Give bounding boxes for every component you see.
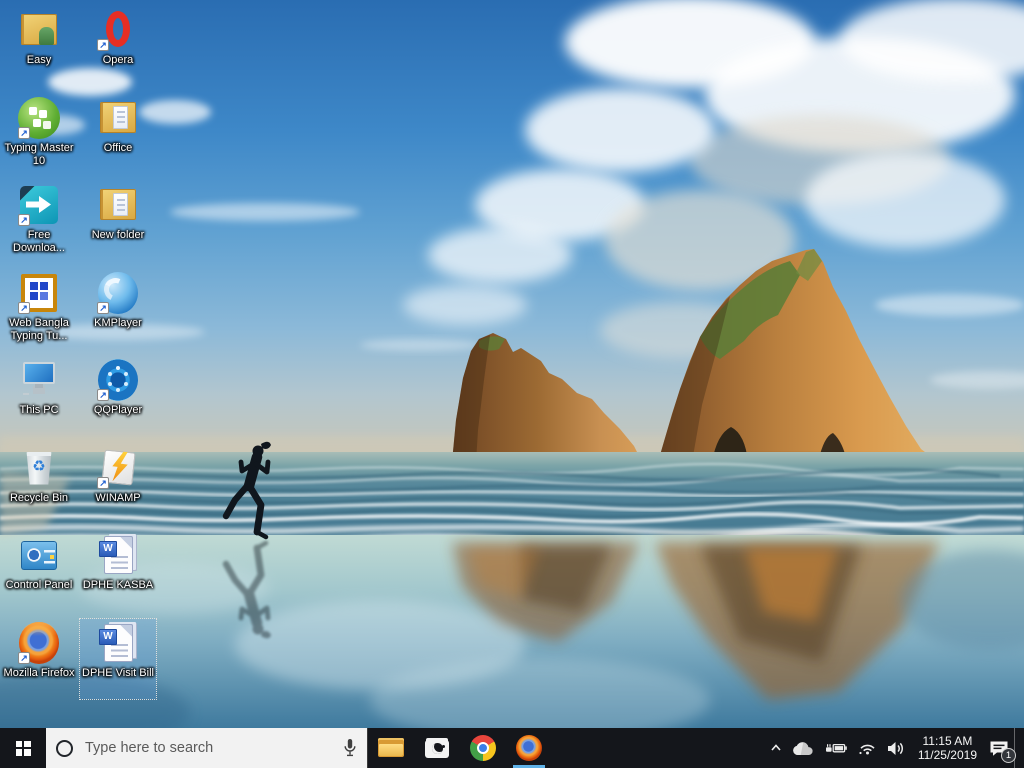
firefox-icon — [515, 735, 543, 761]
fdm-icon: ↗ — [16, 183, 62, 227]
system-tray: 11:15 AM 11/25/2019 1 — [765, 728, 1024, 768]
start-button[interactable] — [0, 728, 46, 768]
clock-time: 11:15 AM — [922, 734, 973, 748]
winamp-icon: ↗ — [95, 446, 141, 490]
show-desktop-button[interactable] — [1014, 728, 1021, 768]
desktop-icon-kmplayer[interactable]: ↗ KMPlayer — [80, 269, 156, 349]
shortcut-arrow-icon: ↗ — [18, 301, 30, 314]
taskbar-app-file-explorer[interactable] — [368, 728, 414, 768]
desktop-icon-control-panel[interactable]: Control Panel — [1, 531, 77, 611]
desktop-icon-free-downloa[interactable]: ↗ Free Downloa... — [1, 181, 77, 261]
desktop-icon-winamp[interactable]: ↗ WINAMP — [80, 444, 156, 524]
taskbar-app-camera[interactable] — [414, 728, 460, 768]
wifi-icon — [859, 744, 875, 755]
desktop-icon-label: WINAMP — [95, 491, 141, 504]
desktop-screen: Easy ↗ Opera ↗ Typing Master 10 Office ↗ Free D… — [0, 0, 1024, 768]
shortcut-arrow-icon: ↗ — [18, 214, 30, 226]
speaker-icon — [887, 741, 903, 755]
desktop-icon-web-bangla-typing-tu[interactable]: ↗ Web Bangla Typing Tu... — [1, 269, 77, 349]
onedrive-tray-icon[interactable] — [787, 728, 820, 768]
desktop-icon-label: Control Panel — [5, 579, 73, 591]
recycle-bin-icon — [16, 446, 62, 490]
show-hidden-icons-button[interactable] — [765, 728, 787, 768]
desktop-icon-grid: Easy ↗ Opera ↗ Typing Master 10 Office ↗ Free D… — [0, 0, 1024, 728]
desktop-icon-dphe-visit-bill[interactable]: DPHE Visit Bill — [79, 617, 157, 700]
desktop-icon-this-pc[interactable]: This PC — [1, 356, 77, 436]
word-doc-icon — [95, 621, 141, 665]
desktop-icon-label: This PC — [19, 404, 59, 416]
desktop-icon-new-folder[interactable]: New folder — [80, 181, 156, 261]
clock-date: 11/25/2019 — [917, 748, 977, 762]
desktop-icon-typing-master-10[interactable]: ↗ Typing Master 10 — [1, 94, 77, 174]
shortcut-arrow-icon: ↗ — [97, 301, 109, 314]
opera-icon: ↗ — [95, 8, 141, 52]
folder-user-icon — [16, 8, 62, 52]
chevron-up-icon — [771, 744, 781, 751]
desktop-icon-office[interactable]: Office — [80, 94, 156, 174]
folder-docs-icon — [95, 96, 141, 140]
battery-charging-icon — [825, 743, 847, 753]
desktop-icon-qqplayer[interactable]: ↗ QQPlayer — [80, 356, 156, 436]
volume-tray-icon[interactable] — [882, 728, 911, 768]
desktop-icon-label: Mozilla Firefox — [3, 666, 75, 679]
taskbar-apps — [368, 728, 552, 768]
desktop-icon-label: New folder — [91, 229, 145, 241]
typing-master-icon: ↗ — [16, 96, 62, 140]
camera-icon — [423, 735, 451, 761]
web-bangla-icon: ↗ — [16, 271, 62, 315]
desktop-icon-label: Opera — [102, 54, 134, 66]
desktop-icon-label: Easy — [26, 54, 52, 66]
shortcut-arrow-icon: ↗ — [18, 126, 30, 139]
shortcut-arrow-icon: ↗ — [97, 476, 109, 489]
control-panel-icon — [16, 533, 62, 577]
desktop-icon-dphe-kasba[interactable]: DPHE KASBA — [80, 531, 156, 611]
desktop-icon-label: KMPlayer — [94, 316, 142, 329]
folder-docs-icon — [95, 183, 141, 227]
desktop-icon-label: Office — [103, 141, 133, 154]
desktop-icon-label: Typing Master 10 — [4, 141, 74, 167]
taskbar-app-chrome[interactable] — [460, 728, 506, 768]
windows-logo-icon — [15, 740, 31, 756]
cortana-circle-icon — [56, 739, 73, 757]
desktop-icon-label: DPHE KASBA — [82, 579, 154, 591]
microphone-icon[interactable] — [343, 738, 357, 758]
kmplayer-icon: ↗ — [95, 271, 141, 315]
word-doc-icon — [95, 533, 141, 577]
taskbar-clock[interactable]: 11:15 AM 11/25/2019 — [911, 728, 984, 768]
desktop-icon-easy[interactable]: Easy — [1, 6, 77, 86]
desktop-icon-label: Free Downloa... — [13, 229, 65, 254]
desktop-icon-opera[interactable]: ↗ Opera — [80, 6, 156, 86]
qqplayer-icon: ↗ — [95, 358, 141, 402]
this-pc-icon — [16, 358, 62, 402]
file-explorer-icon — [377, 735, 405, 761]
cloud-icon — [793, 741, 813, 755]
notification-badge: 1 — [1001, 748, 1016, 763]
desktop-icon-recycle-bin[interactable]: Recycle Bin — [1, 444, 77, 524]
chrome-icon — [469, 735, 497, 761]
taskbar-search-box[interactable]: Type here to search — [46, 728, 368, 768]
desktop-icon-mozilla-firefox[interactable]: ↗ Mozilla Firefox — [1, 619, 77, 699]
search-placeholder-text: Type here to search — [85, 740, 214, 756]
shortcut-arrow-icon: ↗ — [97, 389, 109, 401]
desktop-icon-label: QQPlayer — [93, 404, 143, 416]
network-tray-icon[interactable] — [853, 728, 882, 768]
desktop-icon-label: Recycle Bin — [9, 491, 69, 504]
taskbar: Type here to search 11:15 AM 11/25/2019 … — [0, 728, 1024, 768]
desktop-icon-label: DPHE Visit Bill — [82, 666, 154, 679]
shortcut-arrow-icon: ↗ — [97, 39, 109, 51]
taskbar-app-firefox[interactable] — [506, 728, 552, 768]
desktop-icon-label: Web Bangla Typing Tu... — [9, 316, 69, 342]
firefox-icon: ↗ — [16, 621, 62, 665]
battery-tray-icon[interactable] — [820, 728, 853, 768]
action-center-button[interactable]: 1 — [984, 728, 1016, 768]
shortcut-arrow-icon: ↗ — [18, 651, 30, 664]
